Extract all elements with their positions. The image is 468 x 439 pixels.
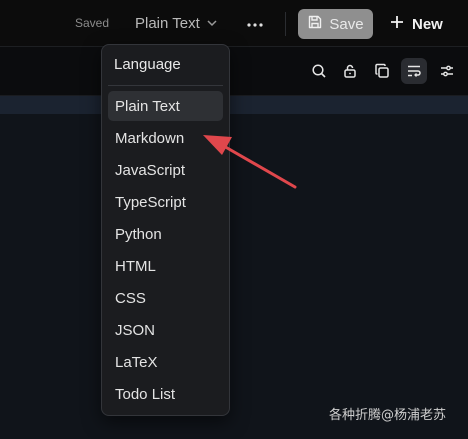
watermark-text: 各种折腾@杨浦老苏: [329, 408, 447, 423]
menu-item-label: Markdown: [115, 129, 185, 147]
language-menu-heading: Language: [114, 56, 181, 73]
settings-sliders-icon: [439, 63, 455, 79]
menu-item-plain-text[interactable]: Plain Text: [108, 91, 223, 121]
menu-item-javascript[interactable]: JavaScript: [108, 155, 223, 185]
more-horizontal-icon: [247, 14, 263, 32]
menu-item-label: JavaScript: [115, 161, 186, 179]
save-icon: [307, 14, 323, 34]
lock-icon: [342, 63, 358, 79]
wrap-icon: [406, 63, 422, 79]
menu-item-css[interactable]: CSS: [108, 283, 223, 313]
save-button-label: Save: [329, 15, 364, 33]
copy-icon: [374, 63, 390, 79]
language-select[interactable]: Plain Text: [135, 12, 218, 34]
copy-button[interactable]: [369, 58, 395, 84]
editor-toolbar: [0, 47, 468, 96]
menu-item-label: TypeScript: [115, 193, 186, 211]
new-button-label: New: [412, 15, 443, 33]
editor-area[interactable]: [0, 96, 468, 439]
menu-item-html[interactable]: HTML: [108, 251, 223, 281]
topbar-divider: [285, 12, 286, 36]
menu-separator: [108, 85, 223, 86]
menu-item-markdown[interactable]: Markdown: [108, 123, 223, 153]
menu-item-label: LaTeX: [115, 353, 158, 371]
menu-item-label: CSS: [115, 289, 146, 307]
menu-item-json[interactable]: JSON: [108, 315, 223, 345]
new-button[interactable]: New: [390, 10, 443, 38]
menu-item-typescript[interactable]: TypeScript: [108, 187, 223, 217]
menu-item-label: Plain Text: [115, 97, 180, 115]
menu-item-label: HTML: [115, 257, 156, 275]
search-button[interactable]: [306, 58, 332, 84]
menu-item-label: JSON: [115, 321, 156, 339]
more-options-button[interactable]: [244, 12, 266, 34]
top-bar: Saved Plain Text Save New: [0, 0, 468, 47]
search-icon: [311, 63, 327, 79]
menu-item-latex[interactable]: LaTeX: [108, 347, 223, 377]
chevron-down-icon: [206, 17, 218, 29]
word-wrap-button[interactable]: [401, 58, 427, 84]
save-status: Saved: [75, 16, 110, 30]
settings-button[interactable]: [434, 58, 460, 84]
plus-icon: [390, 15, 404, 33]
language-menu: Language Plain Text Markdown JavaScript …: [101, 44, 230, 416]
menu-item-label: Todo List: [115, 385, 176, 403]
save-button[interactable]: Save: [298, 9, 373, 39]
active-line-highlight: [0, 96, 468, 114]
menu-item-label: Python: [115, 225, 162, 243]
language-select-value: Plain Text: [135, 14, 200, 32]
menu-item-python[interactable]: Python: [108, 219, 223, 249]
app-window: Saved Plain Text Save New Language Plain…: [0, 0, 468, 439]
menu-item-todo-list[interactable]: Todo List: [108, 379, 223, 409]
lock-button[interactable]: [337, 58, 363, 84]
